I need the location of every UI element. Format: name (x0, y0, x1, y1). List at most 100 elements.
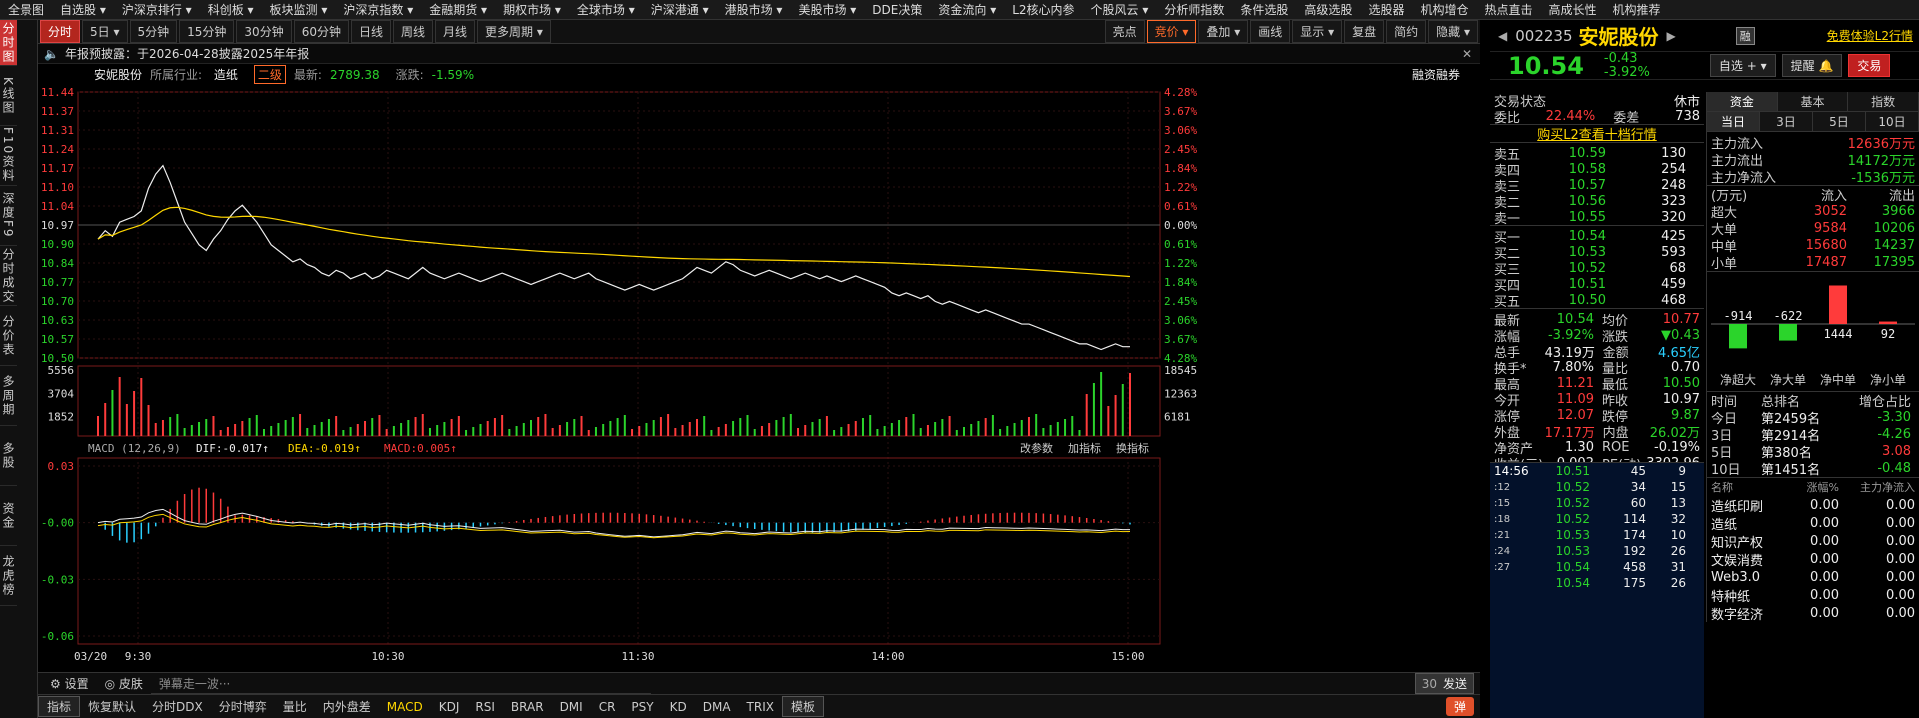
sector-row[interactable]: 特种纸 0.00 0.00 (1707, 586, 1919, 605)
indicator-tab[interactable]: 量比 (275, 697, 315, 716)
period-range-tab[interactable]: 5日 (1813, 112, 1866, 131)
sector-row[interactable]: 数字经济 0.00 0.00 (1707, 604, 1919, 623)
chart-tool-button[interactable]: 隐藏 ▾ (1428, 20, 1478, 43)
fund-tab[interactable]: 基本 (1777, 92, 1849, 111)
industry-level-badge[interactable]: 二级 (253, 64, 286, 84)
right-arrow-icon[interactable]: ▶ (1667, 29, 1676, 43)
top-menu-item[interactable]: 全景图 (0, 1, 52, 18)
top-menu-item[interactable]: 自选股 ▾ (52, 1, 114, 18)
top-menu-item[interactable]: 美股市场 ▾ (790, 1, 864, 18)
indicator-tab[interactable]: PSY (623, 699, 661, 715)
top-menu-item[interactable]: 选股器 (1360, 1, 1412, 18)
chart-tool-button[interactable]: 复盘 (1344, 20, 1385, 43)
sector-head-cell[interactable]: 涨幅% (1799, 479, 1839, 495)
indicator-tab[interactable]: KDJ (431, 699, 468, 715)
period-tab[interactable]: 月线 (435, 20, 476, 43)
indicator-tab[interactable]: 内外盘差 (315, 697, 379, 716)
top-menu-item[interactable]: 机构推荐 (1605, 1, 1669, 18)
left-nav-item[interactable]: K线图 (0, 66, 17, 126)
left-nav-item[interactable]: 多周期 (0, 366, 17, 426)
top-menu-item[interactable]: L2核心内参 (1004, 1, 1082, 18)
margin-trading-label[interactable]: 融资融券 (1412, 66, 1460, 83)
danmu-input[interactable]: 弹幕走一波··· (150, 674, 651, 694)
sector-head-cell[interactable]: 主力净流入 (1839, 479, 1915, 495)
top-menu-item[interactable]: 高成长性 (1540, 1, 1604, 18)
macd-button[interactable]: 加指标 (1068, 441, 1101, 455)
left-nav-item[interactable]: 分时图 (0, 20, 17, 66)
top-menu-item[interactable]: 沪深京排行 ▾ (114, 1, 200, 18)
period-tab[interactable]: 5日 ▾ (82, 20, 128, 43)
left-arrow-icon[interactable]: ◀ (1498, 29, 1507, 43)
tick-list[interactable]: 14:56 10.51 45 9:12 10.52 34 15:15 10.52 60 13:18… (1490, 462, 1704, 718)
macd-button[interactable]: 换指标 (1116, 441, 1149, 455)
top-menu-item[interactable]: 热点直击 (1476, 1, 1540, 18)
sector-row[interactable]: 知识产权 0.00 0.00 (1707, 532, 1919, 551)
indicator-tab[interactable]: 指标 (38, 696, 81, 717)
indicator-tab[interactable]: CR (591, 699, 624, 715)
skin-button[interactable]: ◎ 皮肤 (97, 674, 151, 693)
period-tab[interactable]: 日线 (350, 20, 391, 43)
period-tab[interactable]: 周线 (393, 20, 434, 43)
fund-tab[interactable]: 指数 (1848, 92, 1919, 111)
indicator-tab[interactable]: KD (662, 699, 695, 715)
top-menu-item[interactable]: 科创板 ▾ (200, 1, 262, 18)
indicator-tab[interactable]: 恢复默认 (80, 697, 144, 716)
top-menu-item[interactable]: 金融期货 ▾ (421, 1, 495, 18)
left-nav-item[interactable]: 资金 (0, 486, 17, 546)
left-nav-item[interactable]: 多股 (0, 426, 17, 486)
chart-tool-button[interactable]: 简约 (1386, 20, 1427, 43)
sector-row[interactable]: Web3.0 0.00 0.00 (1707, 568, 1919, 586)
l2-trial-link[interactable]: 免费体验L2行情 (1827, 27, 1913, 44)
fund-tab[interactable]: 资金 (1707, 92, 1778, 111)
macd-button[interactable]: 改参数 (1020, 441, 1053, 455)
period-tab[interactable]: 更多周期 ▾ (477, 20, 551, 43)
sector-row[interactable]: 造纸 0.00 0.00 (1707, 514, 1919, 533)
sector-row[interactable]: 造纸印刷 0.00 0.00 (1707, 496, 1919, 515)
top-menu-item[interactable]: 板块监测 ▾ (262, 1, 336, 18)
top-menu-item[interactable]: 全球市场 ▾ (569, 1, 643, 18)
left-nav-item[interactable]: F10资料 (0, 126, 17, 186)
period-tab[interactable]: 分时 (40, 20, 81, 43)
period-range-tab[interactable]: 3日 (1760, 112, 1813, 131)
settings-button[interactable]: ⚙ 设置 (42, 674, 97, 693)
period-tab[interactable]: 15分钟 (179, 20, 235, 43)
top-menu-item[interactable]: 港股市场 ▾ (717, 1, 791, 18)
indicator-tab[interactable]: 模板 (781, 696, 824, 717)
send-button[interactable]: 30 发送 (1414, 673, 1474, 694)
top-menu-item[interactable]: 沪深京指数 ▾ (335, 1, 421, 18)
buy-l2-link[interactable]: 购买L2查看十档行情 (1490, 124, 1704, 143)
trade-button[interactable]: 交易 (1848, 54, 1891, 77)
period-tab[interactable]: 60分钟 (293, 20, 349, 43)
period-range-tab[interactable]: 当日 (1707, 112, 1760, 131)
sector-row[interactable]: 文娱消费 0.00 0.00 (1707, 550, 1919, 569)
period-range-tab[interactable]: 10日 (1866, 112, 1919, 131)
left-nav-item[interactable]: 深度F9 (0, 186, 17, 246)
indicator-tab[interactable]: 分时DDX (144, 697, 211, 716)
chart-tool-button[interactable]: 显示 ▾ (1292, 20, 1343, 43)
indicator-tab[interactable]: TRIX (739, 699, 782, 715)
period-tab[interactable]: 5分钟 (129, 20, 178, 43)
intraday-chart[interactable]: 11.44 4.28% 11.37 3.67% 11.31 3.06% 11.24 2.45%… (38, 84, 1480, 672)
top-menu-item[interactable]: 高级选股 (1296, 1, 1360, 18)
indicator-tab[interactable]: DMI (552, 699, 591, 715)
chart-tool-button[interactable]: 亮点 (1104, 20, 1145, 43)
sector-head-cell[interactable]: 名称 (1711, 479, 1799, 495)
indicator-tab[interactable]: BRAR (503, 699, 552, 715)
top-menu-item[interactable]: DDE决策 (864, 1, 930, 18)
left-nav-item[interactable]: 分价表 (0, 306, 17, 366)
top-menu-item[interactable]: 机构增仓 (1412, 1, 1476, 18)
add-watchlist-button[interactable]: 自选 + ▾ (1709, 54, 1776, 77)
period-tab[interactable]: 30分钟 (236, 20, 292, 43)
top-menu-item[interactable]: 个股风云 ▾ (1083, 1, 1157, 18)
chart-tool-button[interactable]: 竞价 ▾ (1146, 20, 1197, 43)
chart-tool-button[interactable]: 画线 (1250, 20, 1291, 43)
left-nav-item[interactable]: 分时成交 (0, 246, 17, 306)
top-menu-item[interactable]: 沪深港通 ▾ (643, 1, 717, 18)
alert-button[interactable]: 提醒 🔔 (1781, 54, 1843, 77)
indicator-tab[interactable]: 分时博弈 (211, 697, 275, 716)
close-icon[interactable]: ✕ (1462, 47, 1472, 61)
top-menu-item[interactable]: 分析师指数 (1156, 1, 1232, 18)
chart-tool-button[interactable]: 叠加 ▾ (1198, 20, 1249, 43)
top-menu-item[interactable]: 期权市场 ▾ (495, 1, 569, 18)
danmu-toggle-button[interactable]: 弹 (1445, 697, 1474, 716)
